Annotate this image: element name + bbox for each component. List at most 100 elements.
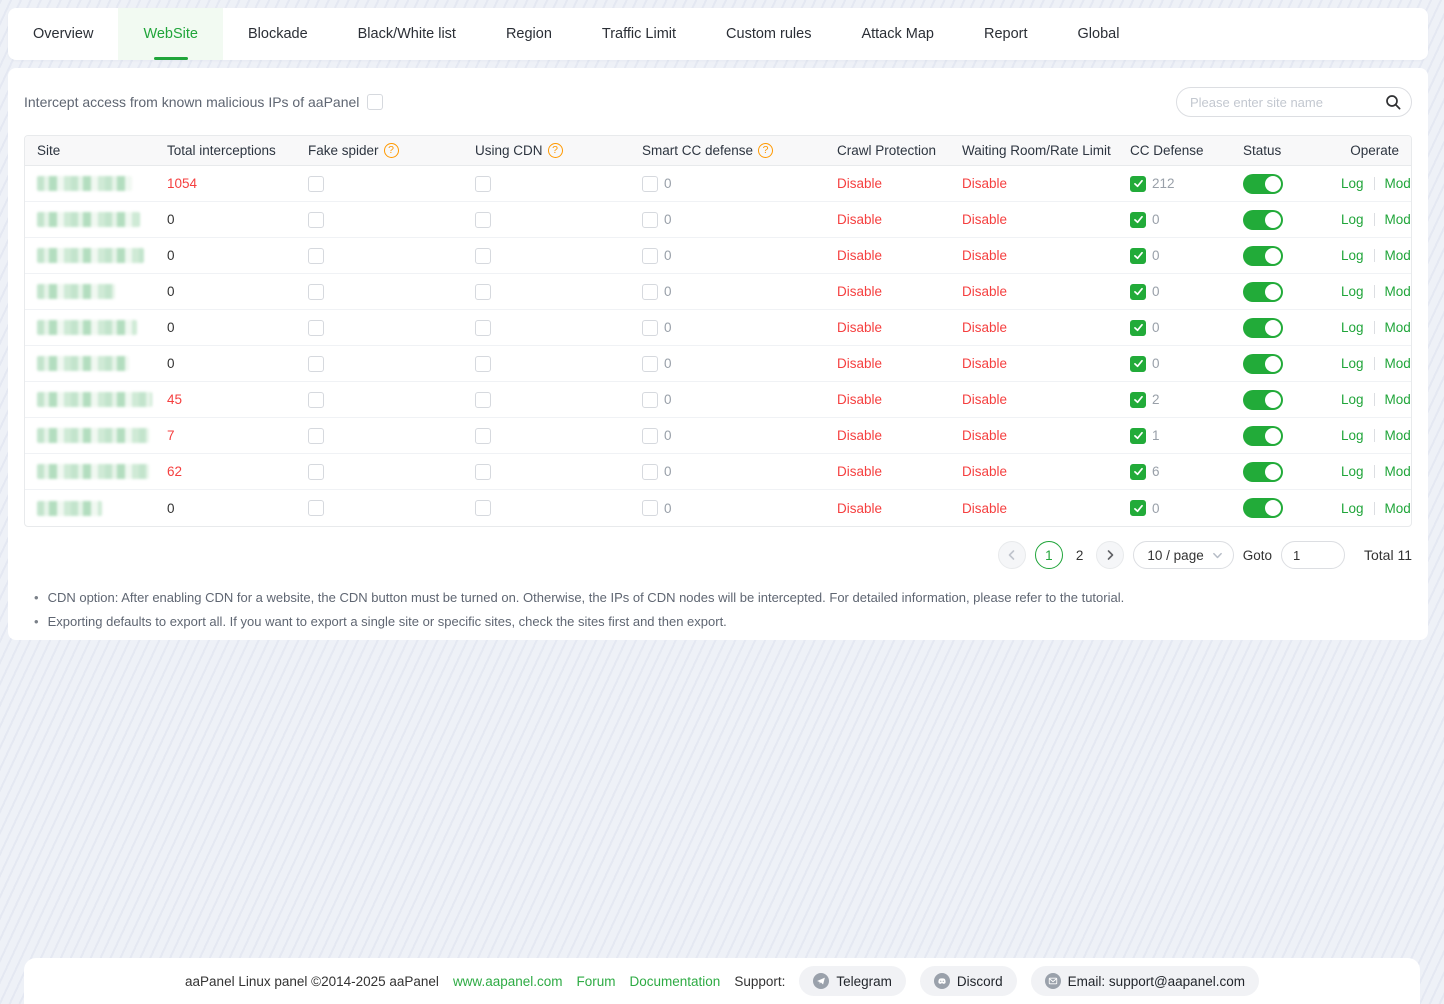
discord-button[interactable]: Discord [920,966,1017,996]
footer-link-website[interactable]: www.aapanel.com [453,974,563,989]
tab-website[interactable]: WebSite [118,8,223,60]
log-link[interactable]: Log [1341,248,1364,263]
tab-global[interactable]: Global [1053,8,1145,60]
status-toggle[interactable] [1243,246,1283,266]
smart-cc-checkbox[interactable] [642,284,658,300]
help-icon[interactable]: ? [384,143,399,158]
waiting-room-state[interactable]: Disable [962,428,1007,443]
modify-link[interactable]: Modify [1385,356,1412,371]
smart-cc-checkbox[interactable] [642,464,658,480]
email-button[interactable]: Email: support@aapanel.com [1031,966,1259,996]
help-icon[interactable]: ? [548,143,563,158]
footer-link-documentation[interactable]: Documentation [630,974,721,989]
cc-defense-checkbox[interactable] [1130,284,1146,300]
waiting-room-state[interactable]: Disable [962,176,1007,191]
status-toggle[interactable] [1243,498,1283,518]
modify-link[interactable]: Modify [1385,501,1412,516]
using-cdn-checkbox[interactable] [475,320,491,336]
status-toggle[interactable] [1243,282,1283,302]
log-link[interactable]: Log [1341,212,1364,227]
waiting-room-state[interactable]: Disable [962,464,1007,479]
intercept-checkbox[interactable] [367,94,383,110]
using-cdn-checkbox[interactable] [475,464,491,480]
page-button-2[interactable]: 2 [1072,548,1088,563]
status-toggle[interactable] [1243,462,1283,482]
cc-defense-checkbox[interactable] [1130,464,1146,480]
tab-black-white-list[interactable]: Black/White list [333,8,481,60]
fake-spider-checkbox[interactable] [308,464,324,480]
cc-defense-checkbox[interactable] [1130,500,1146,516]
tab-traffic-limit[interactable]: Traffic Limit [577,8,701,60]
waiting-room-state[interactable]: Disable [962,212,1007,227]
crawl-protection-state[interactable]: Disable [837,501,882,516]
log-link[interactable]: Log [1341,392,1364,407]
using-cdn-checkbox[interactable] [475,356,491,372]
log-link[interactable]: Log [1341,176,1364,191]
status-toggle[interactable] [1243,354,1283,374]
fake-spider-checkbox[interactable] [308,428,324,444]
fake-spider-checkbox[interactable] [308,392,324,408]
tab-custom-rules[interactable]: Custom rules [701,8,836,60]
smart-cc-checkbox[interactable] [642,248,658,264]
crawl-protection-state[interactable]: Disable [837,356,882,371]
crawl-protection-state[interactable]: Disable [837,464,882,479]
cc-defense-checkbox[interactable] [1130,176,1146,192]
crawl-protection-state[interactable]: Disable [837,320,882,335]
status-toggle[interactable] [1243,390,1283,410]
smart-cc-checkbox[interactable] [642,176,658,192]
fake-spider-checkbox[interactable] [308,176,324,192]
footer-link-forum[interactable]: Forum [577,974,616,989]
modify-link[interactable]: Modify [1385,392,1412,407]
crawl-protection-state[interactable]: Disable [837,176,882,191]
modify-link[interactable]: Modify [1385,428,1412,443]
telegram-button[interactable]: Telegram [799,966,906,996]
status-toggle[interactable] [1243,174,1283,194]
using-cdn-checkbox[interactable] [475,248,491,264]
smart-cc-checkbox[interactable] [642,356,658,372]
tab-blockade[interactable]: Blockade [223,8,333,60]
smart-cc-checkbox[interactable] [642,428,658,444]
prev-page-button[interactable] [998,541,1026,569]
tab-report[interactable]: Report [959,8,1053,60]
fake-spider-checkbox[interactable] [308,284,324,300]
modify-link[interactable]: Modify [1385,284,1412,299]
using-cdn-checkbox[interactable] [475,500,491,516]
modify-link[interactable]: Modify [1385,248,1412,263]
tab-region[interactable]: Region [481,8,577,60]
help-icon[interactable]: ? [758,143,773,158]
waiting-room-state[interactable]: Disable [962,284,1007,299]
fake-spider-checkbox[interactable] [308,500,324,516]
smart-cc-checkbox[interactable] [642,320,658,336]
status-toggle[interactable] [1243,210,1283,230]
crawl-protection-state[interactable]: Disable [837,392,882,407]
log-link[interactable]: Log [1341,428,1364,443]
modify-link[interactable]: Modify [1385,212,1412,227]
log-link[interactable]: Log [1341,320,1364,335]
crawl-protection-state[interactable]: Disable [837,248,882,263]
tab-overview[interactable]: Overview [8,8,118,60]
fake-spider-checkbox[interactable] [308,212,324,228]
cc-defense-checkbox[interactable] [1130,356,1146,372]
crawl-protection-state[interactable]: Disable [837,428,882,443]
crawl-protection-state[interactable]: Disable [837,284,882,299]
modify-link[interactable]: Modify [1385,464,1412,479]
cc-defense-checkbox[interactable] [1130,320,1146,336]
cc-defense-checkbox[interactable] [1130,248,1146,264]
smart-cc-checkbox[interactable] [642,500,658,516]
using-cdn-checkbox[interactable] [475,392,491,408]
modify-link[interactable]: Modify [1385,176,1412,191]
log-link[interactable]: Log [1341,284,1364,299]
log-link[interactable]: Log [1341,501,1364,516]
waiting-room-state[interactable]: Disable [962,248,1007,263]
cc-defense-checkbox[interactable] [1130,212,1146,228]
waiting-room-state[interactable]: Disable [962,501,1007,516]
smart-cc-checkbox[interactable] [642,212,658,228]
using-cdn-checkbox[interactable] [475,284,491,300]
waiting-room-state[interactable]: Disable [962,392,1007,407]
status-toggle[interactable] [1243,426,1283,446]
using-cdn-checkbox[interactable] [475,176,491,192]
log-link[interactable]: Log [1341,464,1364,479]
next-page-button[interactable] [1096,541,1124,569]
waiting-room-state[interactable]: Disable [962,356,1007,371]
crawl-protection-state[interactable]: Disable [837,212,882,227]
